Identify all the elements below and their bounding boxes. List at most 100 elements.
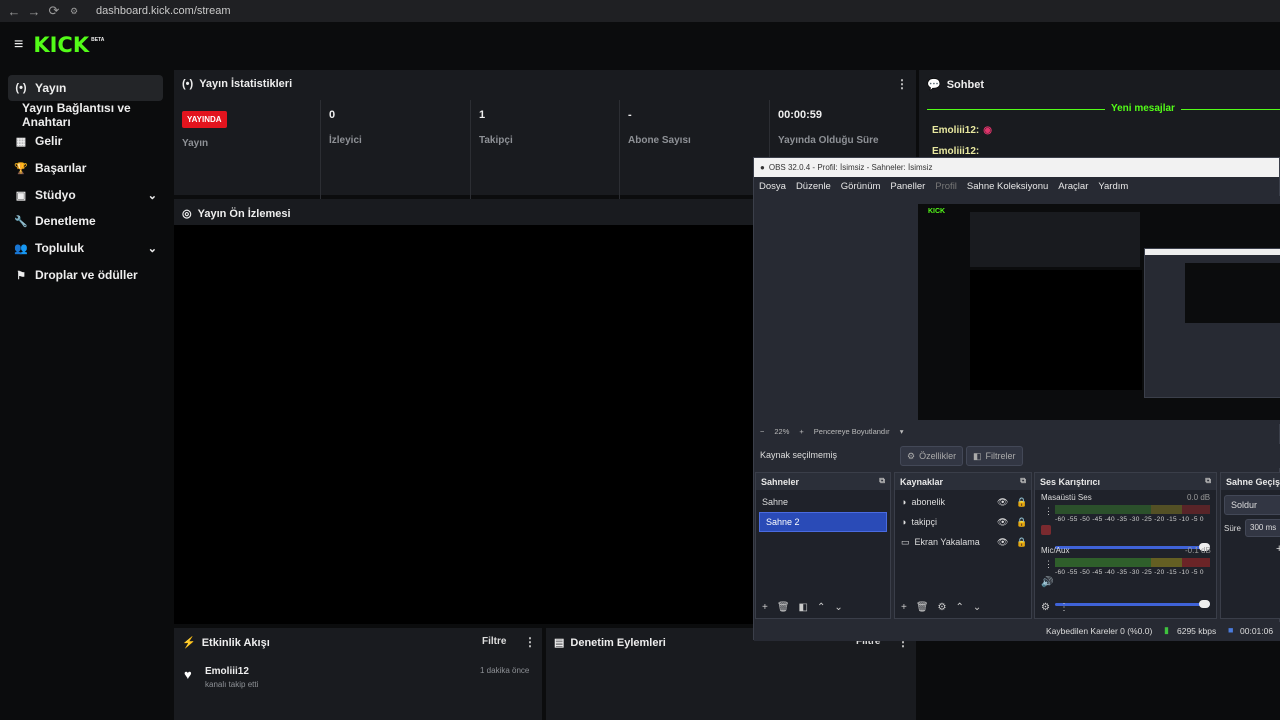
menu-file[interactable]: Dosya [759, 181, 786, 192]
sidebar-item-stream[interactable]: (•) Yayın [8, 75, 163, 101]
eye-icon[interactable]: 👁 [997, 497, 1008, 508]
filter-icon[interactable]: ◧ [799, 602, 808, 613]
sidebar-item-revenue[interactable]: ▦ Gelir [8, 128, 163, 154]
duration-input[interactable]: 300 ms [1245, 519, 1280, 537]
kick-logo[interactable]: KICK [33, 33, 89, 57]
back-icon[interactable]: ← [4, 4, 24, 19]
lock-icon[interactable]: 🔒 [1016, 497, 1027, 508]
obs-status-bar: Kaybedilen Kareler 0 (%0.0) ▮ 6295 kbps … [754, 622, 1280, 641]
obs-titlebar[interactable]: ● OBS 32.0.4 - Profil: İsimsiz - Sahnele… [754, 158, 1279, 177]
more-icon[interactable]: ⋮ [524, 635, 536, 649]
undock-icon[interactable]: ⧉ [1020, 476, 1026, 486]
source-item[interactable]: ▭ Ekran Yakalama 👁 🔒 [895, 532, 1031, 552]
sidebar-item-studio[interactable]: ▣ Stüdyo ⌄ [8, 182, 163, 208]
stat-value: - [628, 109, 632, 121]
obs-preview-area[interactable]: KICK [754, 196, 1280, 424]
properties-label: Özellikler [919, 451, 957, 461]
mini-kick-logo: KICK [928, 208, 946, 215]
reload-icon[interactable]: ⟳ [44, 3, 64, 19]
scene-item[interactable]: Sahne [756, 492, 890, 512]
undock-icon[interactable]: ⧉ [1205, 476, 1211, 486]
chevron-up-icon[interactable]: ⌃ [956, 602, 964, 613]
broadcast-icon: (•) [15, 82, 27, 94]
chat-username[interactable]: Emoliii12: [932, 146, 979, 157]
add-icon[interactable]: + [901, 602, 907, 613]
moderation-actions-panel: ▤ Denetim Eylemleri Filtre ⋮ [546, 628, 916, 720]
chat-username[interactable]: Emoliii12: [932, 125, 979, 136]
zoom-out-icon[interactable]: − [760, 427, 764, 436]
more-icon[interactable]: ⋮ [1044, 559, 1053, 570]
sidebar-item-community[interactable]: 👥 Topluluk ⌄ [8, 235, 163, 261]
menu-tools[interactable]: Araçlar [1058, 181, 1088, 192]
new-messages-label: Yeni mesajlar [1105, 103, 1181, 114]
dock-title: Ses Karıştırıcı [1040, 477, 1101, 487]
chevron-down-icon[interactable]: ⌄ [834, 602, 842, 613]
dock-header: Sahneler ⧉ [756, 473, 890, 490]
chevron-down-icon[interactable]: ▾ [900, 427, 904, 436]
forward-icon[interactable]: → [24, 4, 44, 19]
sidebar: (•) Yayın Yayın Bağlantısı ve Anahtarı ▦… [0, 68, 170, 720]
add-icon[interactable]: + [762, 602, 768, 613]
filter-button[interactable]: Filtre [482, 636, 506, 647]
chevron-up-icon[interactable]: ⌃ [817, 602, 825, 613]
filters-button[interactable]: ◧ Filtreler [966, 446, 1023, 466]
chevron-down-icon[interactable]: ⌄ [148, 242, 157, 255]
menu-view[interactable]: Görünüm [841, 181, 881, 192]
obs-menubar: Dosya Düzenle Görünüm Paneller Profil Sa… [754, 177, 1279, 196]
more-icon[interactable]: ⋮ [896, 77, 908, 91]
panel-title: ▤ Denetim Eylemleri [554, 636, 666, 650]
menu-help[interactable]: Yardım [1098, 181, 1128, 192]
chevron-down-icon[interactable]: ⌄ [973, 602, 981, 613]
address-bar[interactable]: dashboard.kick.com/stream [96, 5, 231, 17]
activity-text: kanalı takip etti [205, 680, 259, 689]
desktop-audio-meter [1055, 505, 1210, 514]
transition-select[interactable]: Soldur [1224, 495, 1280, 515]
more-icon[interactable]: ⋮ [1044, 506, 1053, 517]
scene-item[interactable]: Sahne 2 [759, 512, 887, 532]
sidebar-item-moderation[interactable]: 🔧 Denetleme [8, 208, 163, 234]
sidebar-item-label: Gelir [35, 134, 63, 148]
sidebar-item-drops[interactable]: ⚑ Droplar ve ödüller [8, 262, 163, 288]
menu-edit[interactable]: Düzenle [796, 181, 831, 192]
menu-profile[interactable]: Profil [935, 181, 957, 192]
mini-preview [970, 270, 1142, 390]
site-settings-icon[interactable]: ⚙ [64, 6, 84, 17]
advanced-audio-icon[interactable]: ⚙ [1041, 602, 1050, 613]
menu-docks[interactable]: Paneller [890, 181, 925, 192]
lock-icon[interactable]: 🔒 [1016, 537, 1027, 548]
eye-icon[interactable]: 👁 [997, 537, 1008, 548]
speaker-icon[interactable]: 🔊 [1041, 577, 1053, 588]
menu-icon[interactable]: ≡ [14, 36, 23, 54]
moderation-title: Denetim Eylemleri [570, 636, 666, 649]
stat-value: 00:00:59 [778, 109, 823, 121]
mic-volume-slider[interactable] [1055, 600, 1210, 608]
obs-preview-canvas[interactable]: KICK [918, 204, 1280, 420]
source-item[interactable]: ◑ takipçi 👁 🔒 [895, 512, 1031, 532]
trash-icon[interactable]: 🗑 [916, 602, 929, 613]
meter-scale: -60 -55 -50 -45 -40 -35 -30 -25 -20 -15 … [1055, 516, 1204, 523]
document-icon: ▤ [554, 637, 565, 649]
chevron-down-icon[interactable]: ⌄ [148, 189, 157, 202]
add-icon[interactable]: + [1276, 543, 1280, 555]
dock-header: Ses Karıştırıcı ⧉ [1035, 473, 1216, 490]
eye-icon[interactable]: 👁 [997, 517, 1008, 528]
sidebar-item-achievements[interactable]: 🏆 Başarılar [8, 155, 163, 181]
trash-icon[interactable]: 🗑 [777, 602, 790, 613]
activity-feed-panel: ⚡ Etkinlik Akışı Filtre ⋮ ♥ Emoliii12 kan… [174, 628, 542, 720]
more-icon[interactable]: ⋮ [1059, 602, 1069, 613]
sidebar-item-label: Yayın [35, 81, 67, 95]
gear-icon[interactable]: ⚙ [938, 602, 947, 613]
undock-icon[interactable]: ⧉ [879, 476, 885, 486]
source-item[interactable]: ◑ abonelik 👁 🔒 [895, 492, 1031, 512]
lock-icon[interactable]: 🔒 [1016, 517, 1027, 528]
sidebar-item-stream-key[interactable]: Yayın Bağlantısı ve Anahtarı [22, 101, 170, 129]
obs-zoom-bar: − 22% + Pencereye Boyutlandır ▾ [760, 427, 903, 436]
mute-icon[interactable] [1041, 525, 1051, 535]
activity-user[interactable]: Emoliii12 [205, 666, 249, 677]
properties-button[interactable]: ⚙ Özellikler [900, 446, 964, 466]
fit-to-window[interactable]: Pencereye Boyutlandır [814, 427, 890, 436]
emote-icon: ◉ [983, 125, 992, 136]
menu-scene-collection[interactable]: Sahne Koleksiyonu [967, 181, 1048, 192]
trophy-icon: 🏆 [14, 162, 28, 175]
zoom-in-icon[interactable]: + [799, 427, 803, 436]
